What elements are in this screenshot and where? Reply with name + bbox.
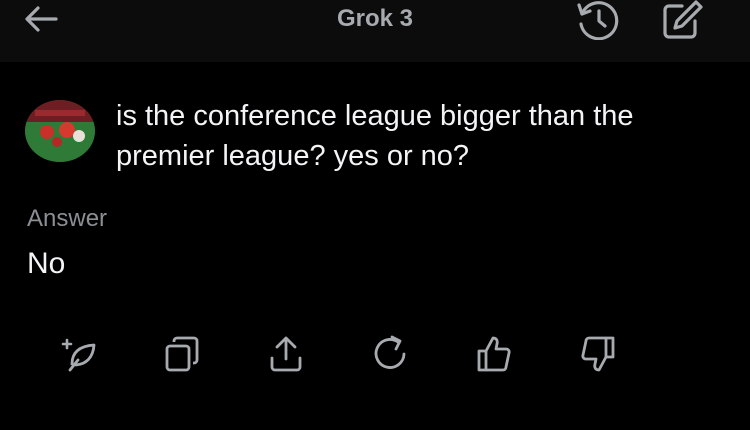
edit-icon	[663, 0, 703, 39]
history-icon	[577, 1, 619, 40]
copy-icon	[165, 336, 199, 372]
share-button[interactable]	[266, 334, 306, 374]
sparkle-button[interactable]	[58, 334, 98, 374]
top-bar: Grok 3	[0, 0, 750, 62]
sparkle-leaf-icon	[61, 338, 96, 372]
like-button[interactable]	[474, 334, 514, 374]
history-button[interactable]	[576, 0, 622, 40]
copy-button[interactable]	[162, 334, 202, 374]
regenerate-icon	[374, 335, 406, 369]
thumbs-up-icon	[477, 336, 511, 372]
share-icon	[270, 336, 302, 372]
avatar-photo-icon	[25, 100, 95, 162]
regenerate-button[interactable]	[370, 334, 410, 374]
page-title: Grok 3	[336, 5, 414, 32]
response-actions	[0, 330, 750, 380]
avatar[interactable]	[25, 100, 95, 162]
thumbs-down-icon	[581, 336, 615, 372]
user-question: is the conference league bigger than the…	[116, 100, 634, 172]
answer-text: No	[27, 247, 66, 280]
new-chat-button[interactable]	[660, 0, 704, 40]
dislike-button[interactable]	[578, 334, 618, 374]
answer-label: Answer	[27, 205, 108, 232]
